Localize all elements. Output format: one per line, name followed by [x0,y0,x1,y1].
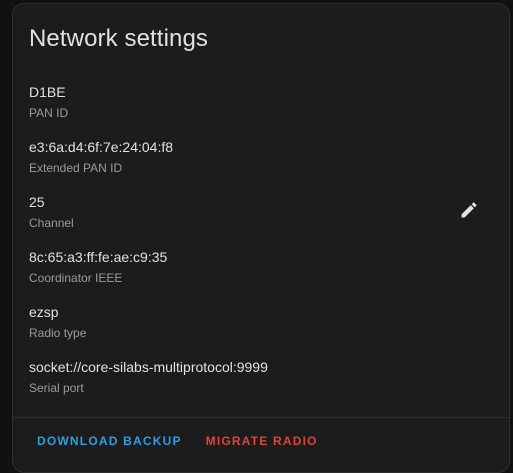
download-backup-button[interactable]: DOWNLOAD BACKUP [27,428,192,454]
field-serial-port: socket://core-silabs-multiprotocol:9999 … [29,358,449,396]
pan-id-value: D1BE [29,84,66,100]
migrate-radio-button[interactable]: MIGRATE RADIO [196,428,328,454]
actions-divider [13,417,509,418]
field-radio-type: ezsp Radio type [29,303,449,341]
radio-type-label: Radio type [29,326,87,340]
extended-pan-id-value: e3:6a:d4:6f:7e:24:04:f8 [29,139,174,155]
extended-pan-id-label: Extended PAN ID [29,161,123,175]
serial-port-label: Serial port [29,381,84,395]
coordinator-ieee-label: Coordinator IEEE [29,271,123,285]
card-title: Network settings [29,25,208,52]
radio-type-value: ezsp [29,304,59,320]
pan-id-label: PAN ID [29,106,69,120]
field-extended-pan-id: e3:6a:d4:6f:7e:24:04:f8 Extended PAN ID [29,138,449,176]
pencil-icon [461,202,477,218]
field-pan-id: D1BE PAN ID [29,83,449,121]
field-channel: 25 Channel [29,193,449,231]
channel-label: Channel [29,216,74,230]
card-actions: DOWNLOAD BACKUP MIGRATE RADIO [27,428,328,454]
network-settings-card: Network settings D1BE PAN ID e3:6a:d4:6f… [12,3,510,473]
field-coordinator-ieee: 8c:65:a3:ff:fe:ae:c9:35 Coordinator IEEE [29,248,449,286]
channel-value: 25 [29,194,45,210]
serial-port-value: socket://core-silabs-multiprotocol:9999 [29,359,268,375]
edit-channel-button[interactable] [451,192,487,228]
coordinator-ieee-value: 8c:65:a3:ff:fe:ae:c9:35 [29,249,168,265]
